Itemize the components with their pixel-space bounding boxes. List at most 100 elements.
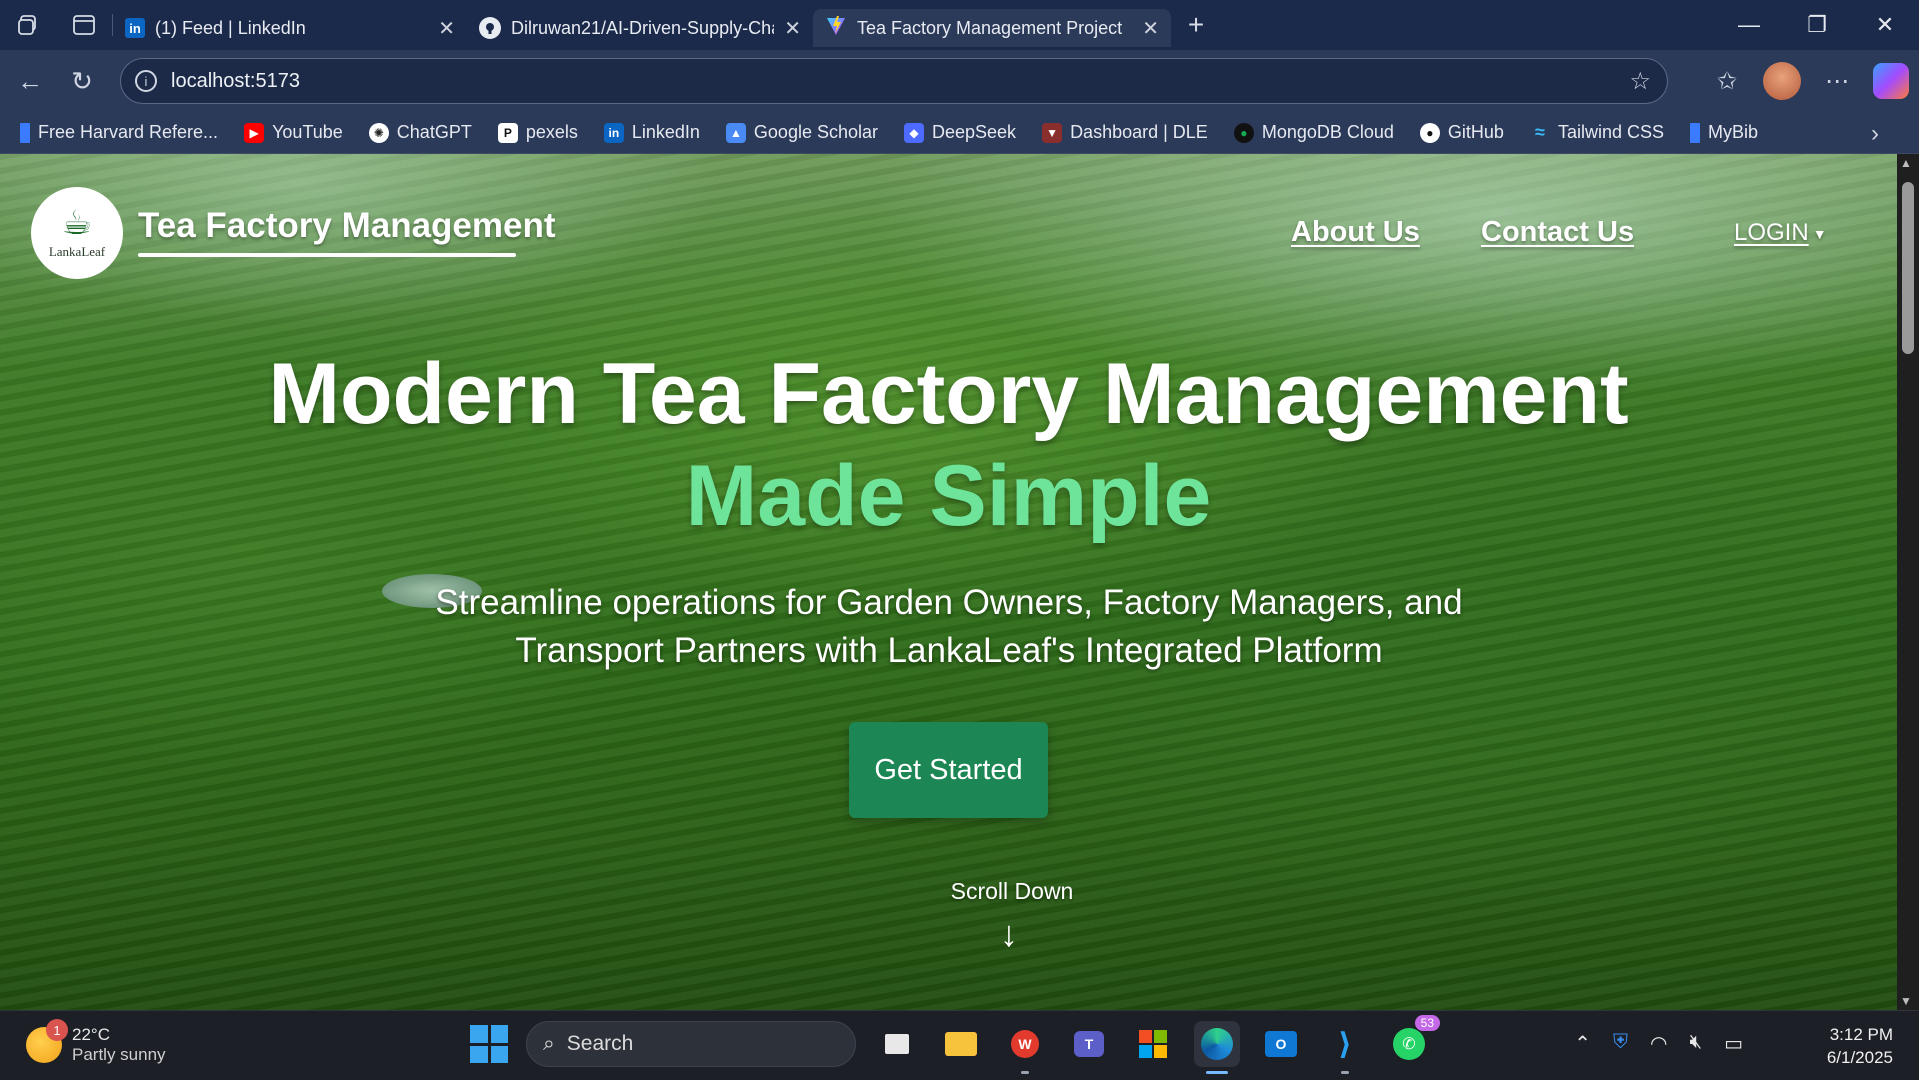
- search-icon: ⌕: [543, 1032, 555, 1055]
- linkedin-icon: in: [603, 122, 624, 143]
- file-explorer-icon[interactable]: [938, 1021, 984, 1067]
- get-started-button[interactable]: Get Started: [849, 722, 1048, 818]
- bookmark-mongodb[interactable]: ● MongoDB Cloud: [1233, 122, 1394, 143]
- login-dropdown[interactable]: LOGIN ▼: [1734, 219, 1827, 247]
- windows-start-icon[interactable]: [470, 1025, 508, 1063]
- outlook-icon[interactable]: O: [1258, 1021, 1304, 1067]
- mongodb-leaf-icon: ●: [1233, 122, 1254, 143]
- copilot-icon[interactable]: [1873, 63, 1909, 99]
- nav-contact-us[interactable]: Contact Us: [1481, 216, 1634, 249]
- microsoft-store-icon[interactable]: [1130, 1021, 1176, 1067]
- weather-widget[interactable]: 1 22°C Partly sunny: [26, 1019, 166, 1065]
- vite-icon: [825, 15, 847, 42]
- wifi-icon[interactable]: ◠: [1650, 1031, 1667, 1056]
- teams-icon[interactable]: T: [1066, 1021, 1112, 1067]
- address-bar[interactable]: i localhost:5173 ☆: [120, 58, 1668, 104]
- tab-title: (1) Feed | LinkedIn: [155, 17, 306, 38]
- task-view-icon[interactable]: [874, 1021, 920, 1067]
- tab-linkedin[interactable]: in (1) Feed | LinkedIn ✕: [113, 9, 467, 47]
- caret-down-icon: ▼: [1812, 225, 1827, 242]
- url-text[interactable]: localhost:5173: [171, 70, 300, 93]
- toolbar-right: ✩ ⋯: [1707, 56, 1909, 106]
- windows-taskbar: 1 22°C Partly sunny ⌕ Search W T O ⟩ ✆ 53…: [0, 1010, 1919, 1080]
- site-header: ☕ LankaLeaf Tea Factory Management About…: [0, 154, 1897, 284]
- favorites-icon[interactable]: ✩: [1707, 67, 1747, 96]
- hero-accent: Made Simple: [685, 448, 1212, 544]
- scroll-down-label[interactable]: Scroll Down: [0, 878, 1919, 905]
- page-scrollbar[interactable]: ▲ ▼: [1897, 154, 1919, 1010]
- tab-title: Tea Factory Management Project: [857, 17, 1123, 38]
- close-tab-icon[interactable]: ✕: [438, 16, 455, 41]
- profile-avatar[interactable]: [1763, 62, 1801, 100]
- scroll-down-icon[interactable]: ▼: [1900, 994, 1912, 1008]
- browser-toolbar: ← ↻ i localhost:5173 ☆ ✩ ⋯: [0, 50, 1919, 112]
- whatsapp-count-badge: 53: [1414, 1015, 1440, 1031]
- bookmark-pexels[interactable]: Ppexels: [497, 122, 578, 143]
- taskbar-clock[interactable]: 3:12 PM 6/1/2025: [1827, 1023, 1893, 1069]
- github-icon: [479, 17, 501, 39]
- volume-muted-icon[interactable]: 🔇︎: [1689, 1031, 1702, 1056]
- bookmark-mybib[interactable]: MyBib: [1689, 122, 1758, 143]
- vscode-icon[interactable]: ⟩: [1322, 1021, 1368, 1074]
- nav-about-us[interactable]: About Us: [1291, 216, 1420, 249]
- window-controls: — ❐ ✕: [1715, 0, 1919, 50]
- bookmark-deepseek[interactable]: ◆ DeepSeek: [904, 122, 1016, 143]
- tea-cup-icon: ☕: [61, 204, 93, 242]
- bookmark-icon: [1689, 122, 1700, 143]
- lankaleaf-logo[interactable]: ☕ LankaLeaf: [31, 187, 123, 279]
- refresh-icon[interactable]: ↻: [56, 56, 108, 106]
- brand-title[interactable]: Tea Factory Management: [138, 206, 556, 246]
- system-tray: ⌃ ⛨ ◠ 🔇︎ ▭: [1574, 1031, 1743, 1056]
- linkedin-icon: in: [125, 18, 145, 38]
- defender-shield-icon[interactable]: ⛨: [1613, 1031, 1628, 1056]
- github-icon: ●: [1419, 122, 1440, 143]
- bookmark-google-scholar[interactable]: ▲ Google Scholar: [725, 122, 878, 143]
- scroll-up-icon[interactable]: ▲: [1900, 156, 1912, 170]
- chevron-up-icon[interactable]: ⌃: [1574, 1031, 1591, 1056]
- taskbar-search[interactable]: ⌕ Search: [526, 1021, 856, 1067]
- tab-title: Dilruwan21/AI-Driven-Supply-Cha: [511, 17, 775, 38]
- edge-browser-icon[interactable]: [1194, 1021, 1240, 1074]
- vertical-tabs-icon[interactable]: [56, 0, 112, 50]
- restore-icon[interactable]: ❐: [1783, 0, 1851, 50]
- bookmark-icon: [20, 122, 30, 143]
- brand-underline: [138, 253, 516, 257]
- arrow-down-icon[interactable]: ↓: [1000, 916, 1018, 952]
- pexels-icon: P: [497, 122, 518, 143]
- bookmark-dashboard-dle[interactable]: ▼ Dashboard | DLE: [1042, 122, 1208, 143]
- google-scholar-icon: ▲: [725, 122, 746, 143]
- bookmark-chatgpt[interactable]: ✺ ChatGPT: [368, 122, 472, 143]
- bookmark-youtube[interactable]: ▶ YouTube: [244, 122, 343, 143]
- close-window-icon[interactable]: ✕: [1851, 0, 1919, 50]
- back-icon[interactable]: ←: [4, 56, 56, 106]
- bookmarks-bar: Free Harvard Refere... ▶ YouTube ✺ ChatGPT…: [0, 112, 1919, 154]
- bookmark-linkedin[interactable]: in LinkedIn: [603, 122, 700, 143]
- minimize-icon[interactable]: —: [1715, 0, 1783, 50]
- notification-badge: 1: [46, 1019, 68, 1041]
- whatsapp-icon[interactable]: ✆ 53: [1386, 1015, 1440, 1067]
- scrollbar-thumb[interactable]: [1902, 182, 1914, 354]
- hero-title: Modern Tea Factory Management: [268, 346, 1629, 442]
- page-viewport: ☕ LankaLeaf Tea Factory Management About…: [0, 154, 1919, 1010]
- close-tab-icon[interactable]: ✕: [784, 16, 801, 41]
- bookmark-tailwind[interactable]: ≈ Tailwind CSS: [1530, 122, 1664, 143]
- tailwind-icon: ≈: [1534, 122, 1545, 142]
- chatgpt-icon: ✺: [368, 122, 389, 143]
- workspaces-icon[interactable]: [0, 0, 56, 50]
- bookmark-github[interactable]: ● GitHub: [1419, 122, 1504, 143]
- site-info-icon[interactable]: i: [135, 70, 157, 92]
- deepseek-icon: ◆: [904, 122, 924, 143]
- close-tab-icon[interactable]: ✕: [1142, 16, 1159, 41]
- new-tab-button[interactable]: +: [1171, 9, 1221, 41]
- youtube-icon: ▶: [244, 122, 265, 143]
- bookmark-harvard[interactable]: Free Harvard Refere...: [20, 122, 218, 143]
- chevron-right-icon[interactable]: ›: [1871, 120, 1879, 148]
- favorite-star-icon[interactable]: ☆: [1629, 67, 1651, 96]
- taskbar-apps: ⌕ Search W T O ⟩ ✆ 53: [470, 1015, 1440, 1074]
- tab-tea-factory[interactable]: Tea Factory Management Project ✕: [813, 9, 1171, 47]
- tab-github[interactable]: Dilruwan21/AI-Driven-Supply-Cha ✕: [467, 9, 813, 47]
- wps-office-icon[interactable]: W: [1002, 1021, 1048, 1074]
- battery-icon[interactable]: ▭: [1724, 1031, 1743, 1056]
- more-menu-icon[interactable]: ⋯: [1817, 67, 1857, 96]
- dle-shield-icon: ▼: [1042, 122, 1063, 143]
